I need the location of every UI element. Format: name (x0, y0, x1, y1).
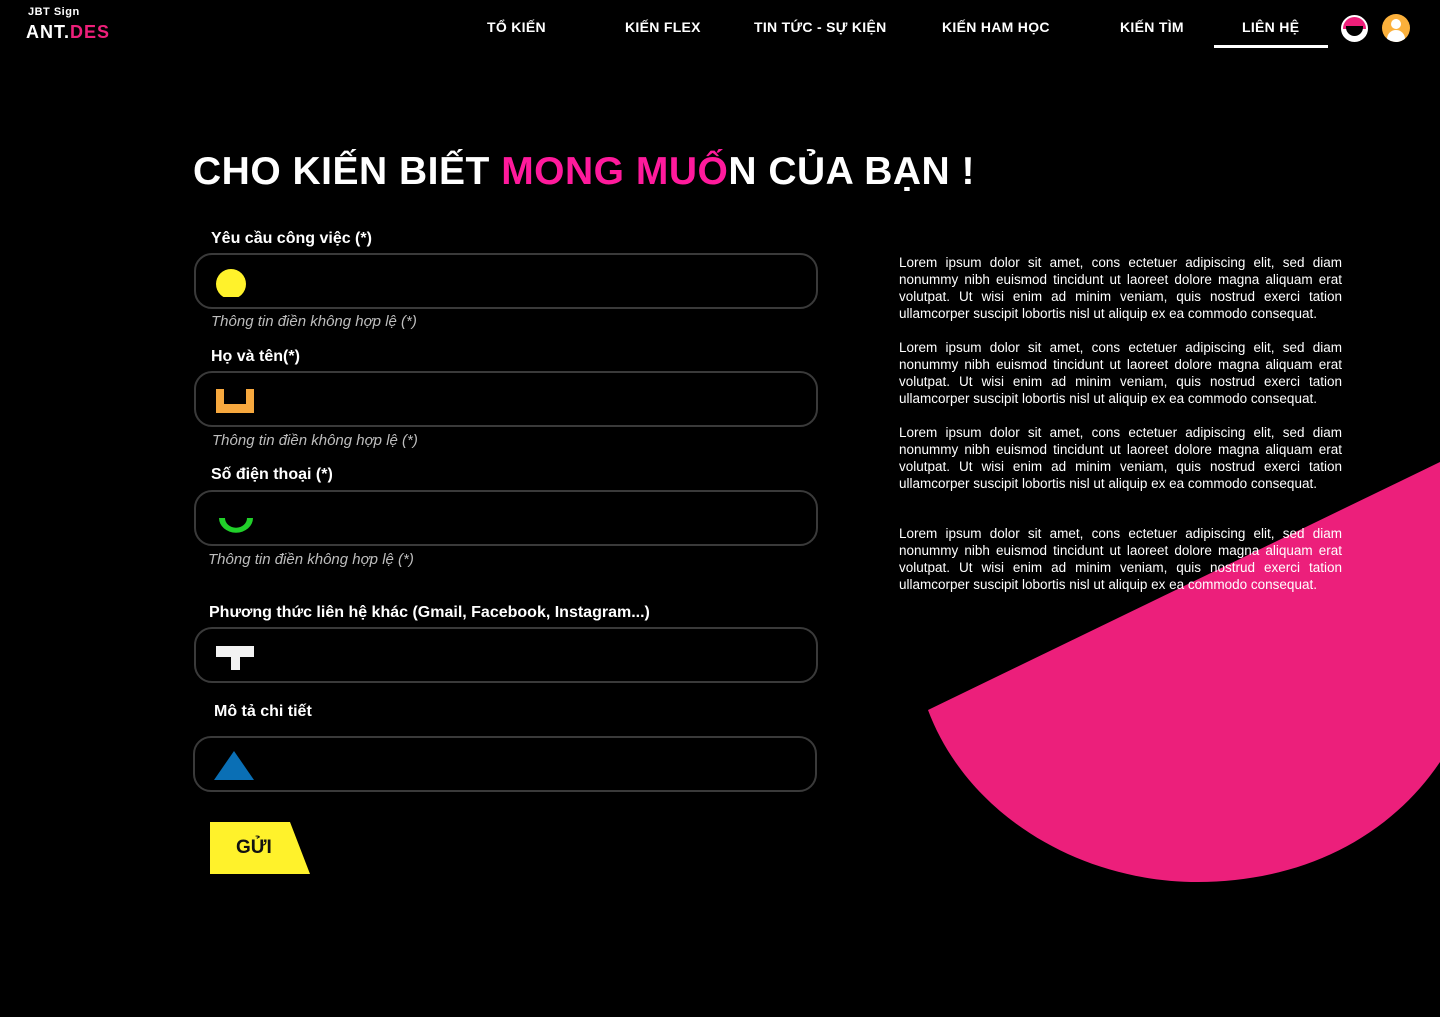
nav-active-indicator (1214, 45, 1328, 48)
full-name-field[interactable] (194, 371, 818, 427)
phone-input[interactable] (272, 500, 792, 536)
other-contact-field[interactable] (194, 627, 818, 683)
nav-item-kien-tim[interactable]: KIẾN TÌM (1120, 19, 1184, 35)
description-field[interactable] (193, 736, 817, 792)
description-label: Mô tả chi tiết (214, 703, 312, 720)
page-title: CHO KIẾN BIẾT MONG MUỐN CỦA BẠN ! (193, 150, 975, 194)
white-t-icon (216, 646, 254, 670)
submit-button[interactable]: GỬI (210, 822, 310, 874)
page-title-highlight: MONG MUỐ (501, 150, 729, 193)
logo-top-text: JBT Sign (28, 6, 80, 18)
page-title-part2: N CỦA BẠN ! (728, 150, 976, 193)
nav-item-to-kien[interactable]: TỔ KIẾN (487, 19, 546, 35)
info-paragraph: Lorem ipsum dolor sit amet, cons ectetue… (899, 340, 1342, 406)
green-arc-icon (219, 518, 253, 533)
job-request-field[interactable] (194, 253, 818, 309)
blue-triangle-icon (214, 751, 254, 780)
description-input[interactable] (271, 746, 791, 782)
phone-error: Thông tin điền không hợp lệ (*) (208, 551, 414, 568)
full-name-label: Họ và tên(*) (211, 348, 300, 365)
nav-item-tin-tuc-su-kien[interactable]: TIN TỨC - SỰ KIỆN (754, 19, 887, 35)
other-contact-label: Phương thức liên hệ khác (Gmail, Faceboo… (209, 604, 650, 621)
info-column: Lorem ipsum dolor sit amet, cons ectetue… (899, 254, 1342, 610)
other-contact-input[interactable] (272, 637, 792, 673)
job-request-label: Yêu cầu công việc (*) (211, 230, 372, 247)
language-toggle-icon[interactable] (1341, 15, 1368, 42)
info-paragraph: Lorem ipsum dolor sit amet, cons ectetue… (899, 526, 1342, 592)
page-title-part1: CHO KIẾN BIẾT (193, 150, 502, 193)
job-request-error: Thông tin điền không hợp lệ (*) (211, 313, 417, 330)
nav-item-lien-he[interactable]: LIÊN HỆ (1242, 19, 1299, 35)
phone-field[interactable] (194, 490, 818, 546)
phone-label: Số điện thoại (*) (211, 466, 333, 483)
full-name-input[interactable] (272, 381, 792, 417)
logo-main-accent: DES (70, 22, 111, 42)
user-avatar-icon[interactable] (1382, 14, 1410, 42)
nav-item-kien-flex[interactable]: KIẾN FLEX (625, 19, 701, 35)
logo-main-prefix: ANT. (26, 22, 70, 42)
logo-main-text: ANT.DES (26, 22, 110, 43)
yellow-circle-icon (216, 269, 246, 297)
site-header: JBT Sign ANT.DES TỔ KIẾN KIẾN FLEX TIN T… (0, 0, 1440, 56)
brand-logo[interactable]: JBT Sign ANT.DES (26, 6, 118, 46)
orange-bracket-icon (216, 389, 254, 413)
nav-item-kien-ham-hoc[interactable]: KIẾN HAM HỌC (942, 19, 1050, 35)
full-name-error: Thông tin điền không hợp lệ (*) (212, 432, 418, 449)
info-paragraph: Lorem ipsum dolor sit amet, cons ectetue… (899, 255, 1342, 321)
info-paragraph: Lorem ipsum dolor sit amet, cons ectetue… (899, 425, 1342, 491)
job-request-input[interactable] (272, 263, 792, 299)
